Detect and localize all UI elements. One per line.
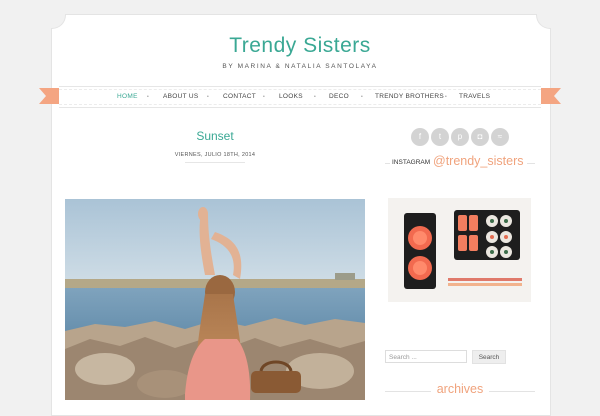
nav-item-trendy-brothers[interactable]: TRENDY BROTHERS (375, 93, 444, 100)
instagram-photo[interactable] (388, 198, 531, 302)
pinterest-icon[interactable]: p (451, 128, 469, 146)
instagram-handle[interactable]: @trendy_sisters (433, 154, 524, 168)
nav-item-home[interactable]: HOME (117, 93, 138, 100)
nav-separator: • (147, 94, 149, 100)
main-nav: HOME • ABOUT US • CONTACT • LOOKS • DECO… (59, 86, 541, 108)
post-date: VIERNES, JULIO 18TH, 2014 (174, 152, 256, 158)
nav-item-travels[interactable]: TRAVELS (459, 93, 490, 100)
nav-ribbon-right (541, 88, 561, 104)
nav-separator: • (263, 94, 265, 100)
search-button[interactable]: Search (472, 350, 506, 364)
site-title[interactable]: Trendy Sisters (0, 34, 600, 58)
nav-ribbon-left (39, 88, 59, 104)
archives-heading: archives (436, 382, 484, 396)
search-input[interactable]: Search ... (385, 350, 467, 363)
nav-separator: • (445, 94, 447, 100)
facebook-icon[interactable]: f (411, 128, 429, 146)
nav-separator: • (314, 94, 316, 100)
instagram-label: INSTAGRAM (392, 159, 431, 166)
nav-item-about-us[interactable]: ABOUT US (163, 93, 199, 100)
nav-item-contact[interactable]: CONTACT (223, 93, 256, 100)
nav-separator: • (361, 94, 363, 100)
nav-item-looks[interactable]: LOOKS (279, 93, 303, 100)
post-title[interactable]: Sunset (65, 129, 365, 143)
sunset-photo (65, 199, 365, 400)
twitter-icon[interactable]: t (431, 128, 449, 146)
nav-separator: • (207, 94, 209, 100)
divider (185, 162, 245, 163)
rss-icon[interactable]: ≈ (491, 128, 509, 146)
post-image[interactable] (65, 199, 365, 400)
instagram-icon[interactable]: ◘ (471, 128, 489, 146)
site-tagline: BY MARINA & NATALIA SANTOLAYA (222, 63, 378, 70)
nav-item-deco[interactable]: DECO (329, 93, 349, 100)
sushi-photo (388, 198, 531, 302)
